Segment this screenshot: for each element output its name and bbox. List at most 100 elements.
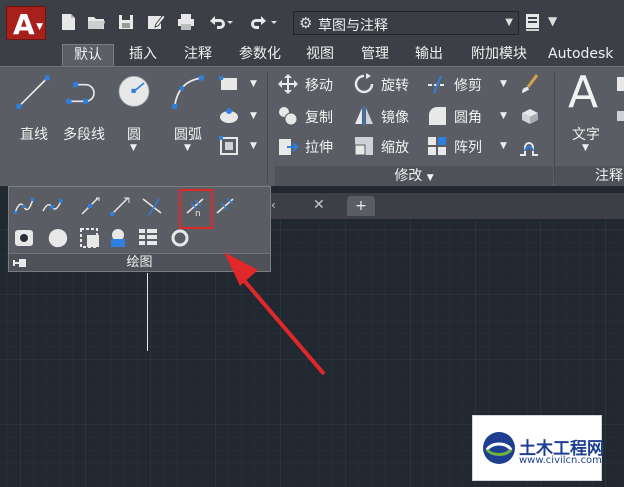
offset-button[interactable] [518, 135, 544, 159]
stretch-button[interactable]: 拉伸 [277, 135, 347, 159]
boundary-icon [219, 136, 238, 155]
region-button[interactable] [13, 227, 35, 249]
fillet-label: 圆角 [454, 110, 482, 126]
undo-button[interactable] [206, 12, 234, 32]
open-file-button[interactable] [86, 12, 106, 32]
multiple-points-button[interactable] [141, 195, 163, 217]
arc-icon [172, 75, 204, 109]
tab-annotate[interactable]: 注释 [176, 44, 220, 66]
watermark: 土木工程网 www.civilcn.com [472, 415, 604, 481]
fillet-button[interactable]: 圆角 ▼ [426, 105, 510, 129]
cursor-crosshair [147, 273, 148, 351]
tab-home[interactable]: 默认 [62, 44, 114, 66]
text-button[interactable]: A 文字 ▼ [562, 67, 610, 159]
scale-button[interactable]: 缩放 [353, 135, 419, 159]
tab-addins[interactable]: 附加模块 [462, 44, 536, 66]
workspace-settings-button[interactable] [524, 12, 542, 32]
pin-icon[interactable] [12, 257, 28, 269]
3d-polyline-button[interactable] [107, 227, 129, 249]
undo-icon [210, 16, 233, 29]
ray-button[interactable] [109, 195, 131, 217]
leader-icon [617, 111, 624, 121]
leader-button[interactable] [616, 105, 624, 129]
array-button[interactable]: 阵列 ▼ [426, 135, 510, 159]
tab-output[interactable]: 输出 [406, 44, 452, 66]
mirror-icon [355, 106, 373, 126]
layer-properties-icon [526, 14, 539, 31]
chevron-down-icon: ▼ [505, 17, 513, 28]
tab-parametric[interactable]: 参数化 [230, 44, 290, 66]
autocad-logo-icon: A [13, 8, 35, 41]
mirror-button[interactable]: 镜像 [353, 105, 419, 129]
ribbon-tab-bar: 默认 插入 注释 参数化 视图 管理 输出 附加模块 Autodesk [0, 44, 624, 66]
wipeout-button[interactable] [47, 227, 69, 249]
mirror-label: 镜像 [381, 110, 409, 126]
dimension-button[interactable] [616, 73, 624, 97]
tab-edge-icon: ‹ [271, 198, 276, 212]
chevron-down-icon: ▼ [582, 143, 589, 153]
move-button[interactable]: 移动 [277, 73, 347, 97]
print-button[interactable] [176, 12, 196, 32]
stretch-icon [279, 139, 299, 155]
tab-autodesk[interactable]: Autodesk [548, 44, 624, 66]
explode-icon [522, 109, 538, 124]
measure-button[interactable] [215, 195, 237, 217]
arc-button[interactable]: 圆弧 ▼ [164, 73, 212, 157]
chevron-down-icon: ▼ [548, 14, 558, 28]
construction-line-button[interactable] [79, 195, 101, 217]
trim-button[interactable]: 修剪 ▼ [426, 73, 510, 97]
ribbon-panel: 直线 多段线 圆 ▼ 圆弧 ▼ ▼ ▼ ▼ 移动 旋转 修剪 ▼ 复制 镜像 圆… [0, 66, 624, 186]
explode-button[interactable] [518, 105, 544, 129]
redo-button[interactable] [250, 12, 278, 32]
polyline-button[interactable]: 多段线 [60, 73, 108, 145]
erase-button[interactable] [518, 73, 544, 97]
highlight-box [179, 189, 213, 229]
modify-panel-title[interactable]: 修改 ▼ [275, 166, 553, 186]
chevron-down-icon: ▼ [500, 141, 507, 151]
new-drawing-tab-button[interactable]: + [347, 196, 375, 216]
rotate-button[interactable]: 旋转 [353, 73, 419, 97]
rotate-label: 旋转 [381, 78, 409, 94]
donut-icon [171, 229, 189, 247]
spline-cv-button[interactable] [41, 195, 63, 217]
line-icon [16, 75, 50, 109]
3d-polyline-icon [111, 229, 125, 247]
tab-manage[interactable]: 管理 [352, 44, 398, 66]
gear-icon: ⚙ [299, 14, 313, 32]
revision-cloud-button[interactable] [79, 227, 101, 249]
scale-label: 缩放 [381, 140, 409, 156]
donut-button[interactable] [169, 227, 191, 249]
customize-quick-access-button[interactable]: ▼ [548, 14, 564, 30]
close-icon[interactable]: ✕ [313, 197, 325, 213]
workspace-selector[interactable]: ⚙ 草图与注释 ▼ [293, 11, 519, 35]
new-file-button[interactable] [58, 12, 78, 32]
table-button[interactable] [137, 227, 159, 249]
chevron-down-icon: ▼ [184, 143, 191, 153]
circle-label: 圆 [127, 127, 141, 143]
copy-icon [279, 107, 298, 126]
tab-insert[interactable]: 插入 [120, 44, 166, 66]
brush-icon [522, 74, 539, 93]
circle-button[interactable]: 圆 ▼ [112, 73, 156, 157]
save-button[interactable] [116, 12, 136, 32]
multiple-points-icon [142, 198, 162, 216]
copy-button[interactable]: 复制 [277, 105, 347, 129]
spline-cv-icon [42, 199, 63, 212]
polyline-icon [66, 82, 95, 104]
chevron-down-icon: ▼ [130, 143, 137, 153]
save-icon [119, 15, 133, 29]
rectangle-button[interactable]: ▼ [218, 73, 260, 97]
boundary-button[interactable]: ▼ [218, 135, 260, 159]
title-bar: A ▼ ⚙ 草图与注释 ▼ ▼ [0, 0, 624, 44]
table-icon [139, 229, 157, 247]
tab-view[interactable]: 视图 [298, 44, 342, 66]
line-button[interactable]: 直线 [10, 73, 58, 145]
application-menu-button[interactable]: A ▼ [6, 6, 46, 41]
stretch-label: 拉伸 [305, 140, 333, 156]
save-as-button[interactable] [146, 12, 166, 32]
spline-fit-button[interactable] [13, 195, 35, 217]
new-file-icon [62, 14, 75, 30]
chevron-down-icon: ▼ [426, 173, 434, 183]
hatch-button[interactable]: ▼ [218, 105, 260, 129]
annotation-panel-title[interactable]: 注释 [555, 166, 624, 186]
